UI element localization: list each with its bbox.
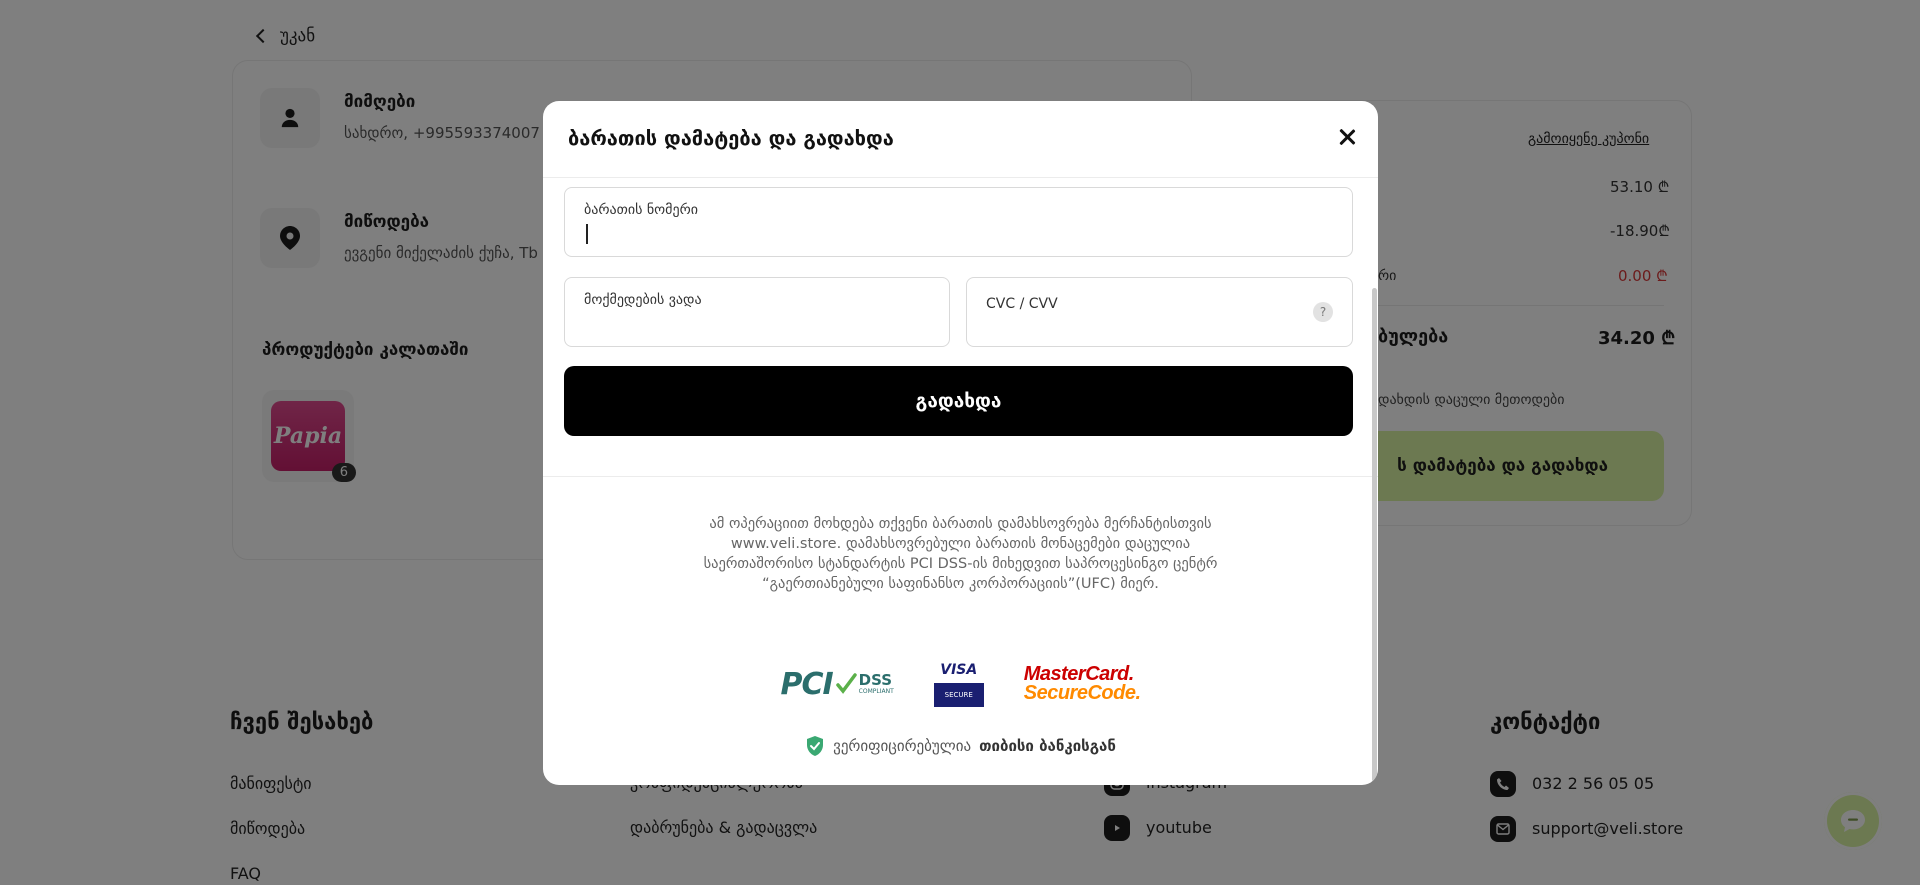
pci-dss-text: DSS COMPLIANT [858,671,894,696]
security-logos: PCI DSS COMPLIANT VISA SECURE MasterCard… [543,661,1378,707]
cvc-field[interactable]: CVC / CVV ? [966,277,1353,347]
pci-check-mark-icon [835,673,857,694]
pci-dss-logo: PCI DSS COMPLIANT [780,667,893,702]
mastercard-securecode-logo: MasterCard. SecureCode. [1023,664,1141,704]
card-number-label: ბარათის ნომერი [584,202,698,218]
modal-title: ბარათის დამატება და გადახდა [568,126,894,150]
pci-dss-label: DSS [858,671,893,689]
visa-secure-label: SECURE [933,683,984,707]
visa-logo-word: VISA [940,662,978,678]
expiry-field[interactable]: მოქმედების ვადა [564,277,950,347]
add-card-modal: ბარათის დამატება და გადახდა ბარათის ნომე… [543,101,1378,785]
text-caret [586,224,588,244]
card-number-field[interactable]: ბარათის ნომერი [564,187,1353,257]
pci-logo-word: PCI [780,666,833,702]
card-storage-notice: ამ ოპერაციით მოხდება თქვენი ბარათის დამა… [703,516,1218,592]
close-icon[interactable] [1335,125,1359,149]
verified-prefix: ვერიფიცირებულია [833,737,972,755]
modal-scrollbar[interactable] [1372,288,1377,782]
securecode-word: SecureCode. [1023,682,1141,704]
verified-bank-name: თიბისი ბანკისგან [979,737,1116,755]
pay-button[interactable]: გადახდა [564,366,1353,436]
cvc-label: CVC / CVV [986,296,1058,312]
visa-secure-logo: VISA SECURE [933,661,984,707]
help-icon[interactable]: ? [1313,302,1333,322]
card-form: ბარათის ნომერი მოქმედების ვადა CVC / CVV… [543,179,1378,477]
expiry-label: მოქმედების ვადა [584,292,702,308]
shield-check-icon [807,736,824,756]
verified-by-bank: ვერიფიცირებულია თიბისი ბანკისგან [543,735,1378,757]
pci-compliant-label: COMPLIANT [858,688,894,695]
modal-header: ბარათის დამატება და გადახდა [543,101,1378,178]
